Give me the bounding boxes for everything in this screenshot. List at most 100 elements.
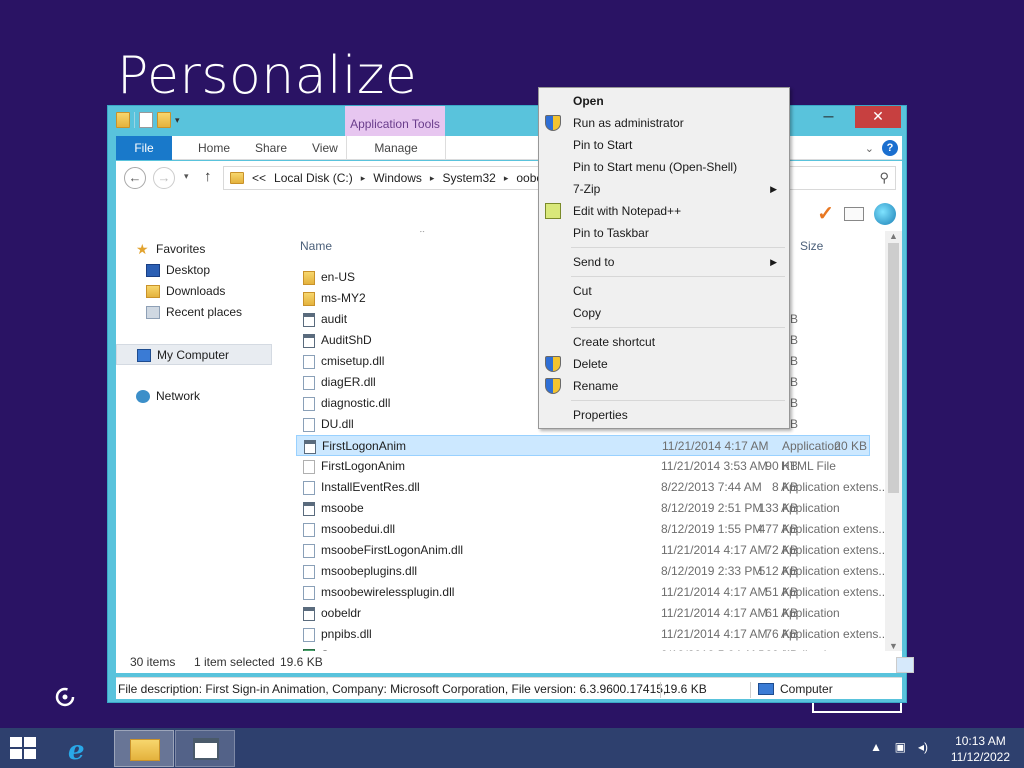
column-header-size[interactable]: Size <box>800 239 823 253</box>
menu-item-edit-with-notepad[interactable]: Edit with Notepad++ <box>541 200 787 222</box>
menu-item-delete[interactable]: Delete <box>541 353 787 375</box>
address-bar[interactable]: << Local Disk (C:) ▸ Windows ▸ System32 … <box>223 166 543 190</box>
menu-item-7-zip[interactable]: 7-Zip ▶ <box>541 178 787 200</box>
file-date: 11/21/2014 3:53 AM <box>661 459 768 473</box>
preview-pane-icon[interactable] <box>844 206 864 221</box>
qat-dropdown-icon[interactable]: ▾ <box>175 115 180 126</box>
dll-file-icon <box>303 418 315 432</box>
submenu-arrow-icon: ▶ <box>770 257 777 267</box>
file-row[interactable]: oobeldr 11/21/2014 4:17 AM Application 61 K… <box>290 603 902 624</box>
clock[interactable]: 10:13 AM 11/12/2022 <box>951 733 1010 765</box>
app-file-icon <box>303 334 315 348</box>
breadcrumb-windows[interactable]: Windows <box>373 171 422 185</box>
file-row[interactable]: msoobeFirstLogonAnim.dll 11/21/2014 4:17 … <box>290 540 902 561</box>
application-window-icon <box>193 738 219 760</box>
close-button[interactable]: ✕ <box>855 106 901 128</box>
breadcrumb-separator-icon[interactable]: ▸ <box>361 173 366 184</box>
menu-item-send-to[interactable]: Send to ▶ <box>541 251 787 273</box>
app-file-icon <box>303 502 315 516</box>
nav-downloads-label: Downloads <box>166 284 226 298</box>
start-button[interactable] <box>10 737 38 761</box>
folder-file-icon <box>303 271 315 285</box>
show-hidden-icons-icon[interactable]: ▲ <box>870 740 882 754</box>
minimize-button[interactable]: ─ <box>815 106 842 128</box>
menu-item-label: Delete <box>573 357 608 371</box>
ease-of-access-icon[interactable] <box>52 684 78 710</box>
menu-item-create-shortcut[interactable]: Create shortcut <box>541 331 787 353</box>
tab-home[interactable]: Home <box>186 136 242 160</box>
properties-icon[interactable] <box>139 112 153 128</box>
file-row[interactable]: msoobewirelessplugin.dll 11/21/2014 4:17 … <box>290 582 902 603</box>
nav-recent-places[interactable]: Recent places <box>116 302 286 323</box>
volume-icon[interactable]: ◂) <box>918 740 928 754</box>
file-row[interactable]: FirstLogonAnim 11/21/2014 3:53 AM HTML Fil… <box>290 456 902 477</box>
tab-view[interactable]: View <box>300 136 350 160</box>
file-date: 11/21/2014 4:17 AM <box>661 627 768 641</box>
internet-explorer-button[interactable]: e <box>52 730 112 767</box>
vertical-scrollbar[interactable]: ▲ ▼ <box>885 231 902 651</box>
nav-favorites[interactable]: ★ Favorites <box>116 239 286 260</box>
file-name: diagER.dll <box>321 375 376 389</box>
help-icon[interactable]: ? <box>882 140 898 156</box>
recent-locations-icon[interactable]: ▾ <box>184 171 189 182</box>
search-input[interactable]: ⚲ <box>786 166 896 190</box>
file-row[interactable]: msoobe 8/12/2019 2:51 PM Application 133 KB <box>290 498 902 519</box>
menu-item-cut[interactable]: Cut <box>541 280 787 302</box>
scrollbar-thumb[interactable] <box>888 243 899 493</box>
nav-network[interactable]: Network <box>116 386 286 407</box>
new-folder-icon[interactable] <box>157 112 171 128</box>
tab-manage[interactable]: Manage <box>346 136 446 160</box>
menu-item-rename[interactable]: Rename <box>541 375 787 397</box>
location-label: Computer <box>780 682 833 696</box>
breadcrumb-overflow[interactable]: << <box>252 171 266 185</box>
scroll-up-icon[interactable]: ▲ <box>889 231 898 241</box>
file-explorer-button[interactable] <box>114 730 174 767</box>
file-row[interactable]: FirstLogonAnim 11/21/2014 4:17 AM Applicat… <box>296 435 870 456</box>
menu-item-pin-to-taskbar[interactable]: Pin to Taskbar <box>541 222 787 244</box>
menu-item-pin-to-start[interactable]: Pin to Start <box>541 134 787 156</box>
large-icons-view-icon[interactable] <box>896 657 914 673</box>
uac-shield-icon <box>545 356 561 372</box>
tab-share[interactable]: Share <box>243 136 299 160</box>
quick-access-toolbar: ▾ <box>116 112 180 128</box>
search-icon: ⚲ <box>879 170 889 185</box>
breadcrumb-system32[interactable]: System32 <box>442 171 495 185</box>
menu-item-open[interactable]: Open <box>541 90 787 112</box>
menu-item-run-as-administrator[interactable]: Run as administrator <box>541 112 787 134</box>
file-name: FirstLogonAnim <box>322 439 407 453</box>
checkmark-icon[interactable]: ✓ <box>817 201 834 226</box>
nav-downloads[interactable]: Downloads <box>116 281 286 302</box>
tab-file[interactable]: File <box>116 136 172 160</box>
first-logon-anim-button[interactable] <box>175 730 235 767</box>
menu-item-pin-to-start-menu-open-shell[interactable]: Pin to Start menu (Open-Shell) <box>541 156 787 178</box>
file-row[interactable]: msoobedui.dll 8/12/2019 1:55 PM Applicatio… <box>290 519 902 540</box>
nav-my-computer[interactable]: My Computer <box>116 344 272 365</box>
network-status-icon[interactable]: ▣ <box>895 740 906 754</box>
file-description: File description: First Sign-in Animatio… <box>118 682 667 696</box>
file-name: oobeldr <box>321 606 362 620</box>
menu-item-properties[interactable]: Properties <box>541 404 787 426</box>
column-header-name[interactable]: Name <box>300 239 332 253</box>
forward-button[interactable]: → <box>153 167 175 189</box>
up-arrow-icon[interactable]: ↑ <box>204 168 212 185</box>
expand-ribbon-icon[interactable]: ⌄ <box>865 142 874 155</box>
menu-item-label: Rename <box>573 379 619 393</box>
file-row[interactable]: pnpibs.dll 11/21/2014 4:17 AM Application … <box>290 624 902 645</box>
breadcrumb-local-disk[interactable]: Local Disk (C:) <box>274 171 353 185</box>
nav-desktop-label: Desktop <box>166 263 211 277</box>
shell-icon[interactable] <box>874 202 896 225</box>
file-size: 61 KB <box>765 606 798 620</box>
menu-item-copy[interactable]: Copy <box>541 302 787 324</box>
details-separator <box>750 682 751 698</box>
back-button[interactable]: ← <box>124 167 146 189</box>
file-row[interactable]: msoobeplugins.dll 8/12/2019 2:33 PM Applic… <box>290 561 902 582</box>
explorer-folder-icon[interactable] <box>116 112 130 128</box>
nav-desktop[interactable]: Desktop <box>116 260 286 281</box>
file-row[interactable]: InstallEventRes.dll 8/22/2013 7:44 AM Appl… <box>290 477 902 498</box>
star-icon: ★ <box>136 241 149 257</box>
file-explorer-icon <box>130 739 160 761</box>
breadcrumb-separator-icon[interactable]: ▸ <box>430 173 435 184</box>
scroll-down-icon[interactable]: ▼ <box>889 641 898 651</box>
breadcrumb-separator-icon[interactable]: ▸ <box>504 173 509 184</box>
file-date: 11/21/2014 4:17 AM <box>661 585 768 599</box>
